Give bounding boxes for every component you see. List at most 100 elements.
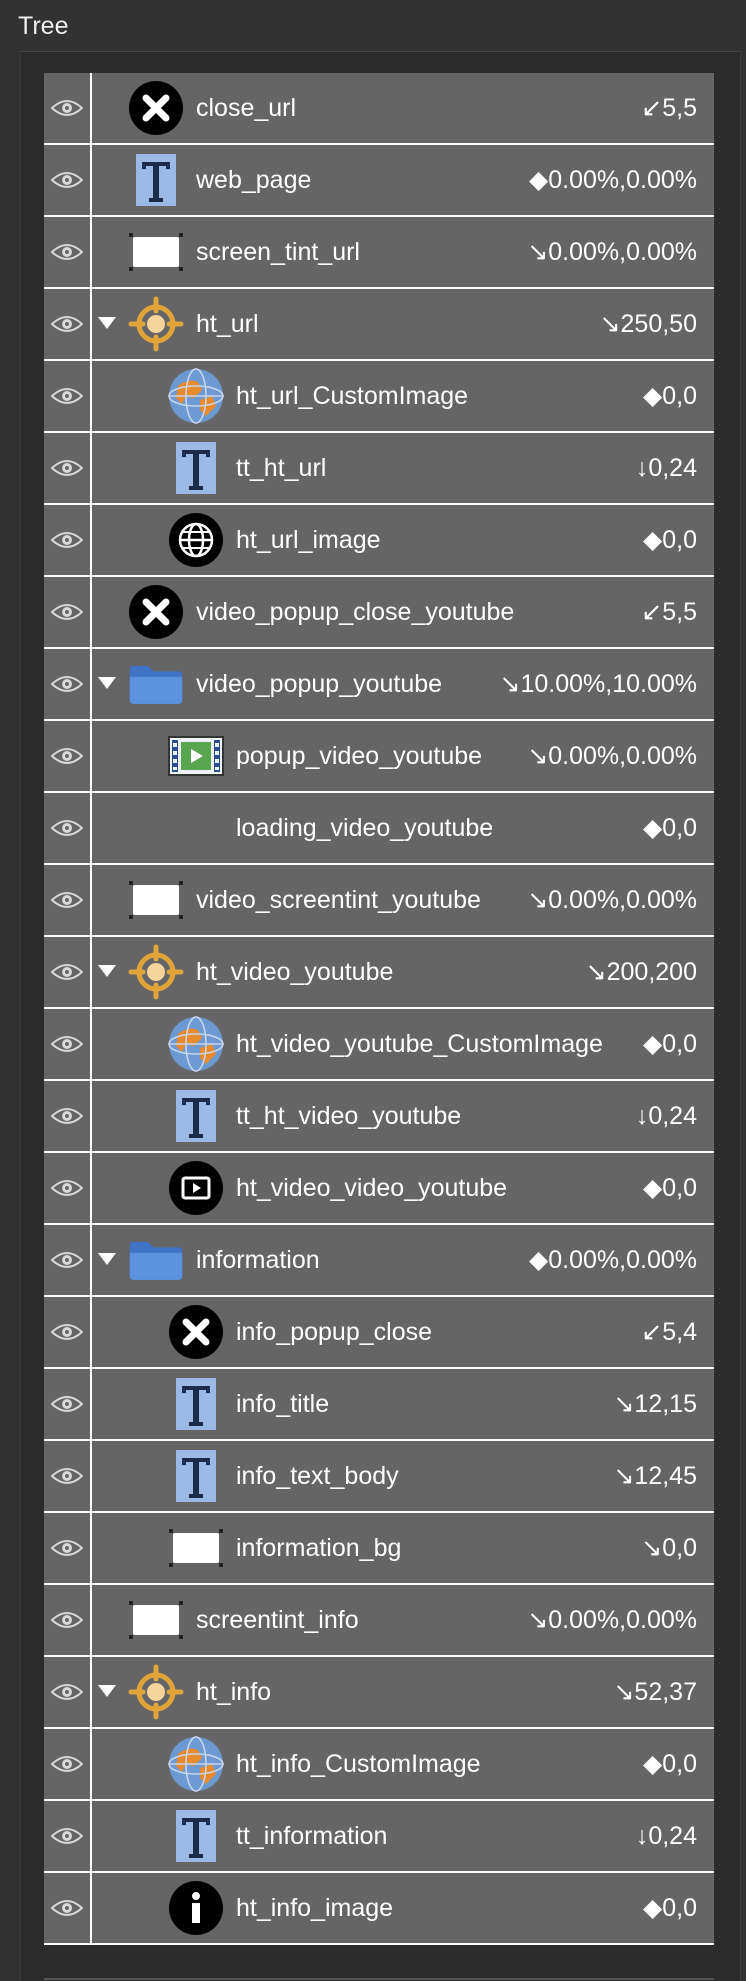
tree-row[interactable]: ht_video_youtube ↘200,200 (44, 937, 714, 1009)
node-label: tt_ht_video_youtube (236, 1102, 462, 1130)
folder-icon (128, 656, 184, 712)
visibility-eye-icon[interactable] (44, 73, 90, 143)
visibility-eye-icon[interactable] (44, 1441, 90, 1511)
column-divider (90, 1657, 92, 1729)
tree-row[interactable]: web_page ◆0.00%,0.00% (44, 145, 714, 217)
visibility-eye-icon[interactable] (44, 1009, 90, 1079)
hotspot-crosshair-icon (128, 944, 184, 1000)
visibility-eye-icon[interactable] (44, 1513, 90, 1583)
tree-row[interactable]: video_screentint_youtube ↘0.00%,0.00% (44, 865, 714, 937)
globe-image-icon (168, 368, 224, 424)
visibility-eye-icon[interactable] (44, 865, 90, 935)
visibility-eye-icon[interactable] (44, 145, 90, 215)
tree-row[interactable]: close_url ↙5,5 (44, 73, 714, 145)
expand-triangle-icon[interactable] (98, 1685, 116, 1697)
expand-triangle-icon[interactable] (98, 1253, 116, 1265)
node-label: tt_ht_url (236, 454, 327, 482)
visibility-eye-icon[interactable] (44, 1369, 90, 1439)
tree-row[interactable]: screentint_info ↘0.00%,0.00% (44, 1585, 714, 1657)
expand-triangle-icon[interactable] (98, 965, 116, 977)
visibility-eye-icon[interactable] (44, 217, 90, 287)
tree-row[interactable]: screen_tint_url ↘0.00%,0.00% (44, 217, 714, 289)
column-divider (90, 1369, 92, 1441)
tree-row[interactable]: loading_video_youtube ◆0,0 (44, 793, 714, 865)
visibility-eye-icon[interactable] (44, 1225, 90, 1295)
node-position-value: ◆0.00%,0.00% (529, 1246, 697, 1274)
expand-triangle-icon[interactable] (98, 677, 116, 689)
node-position-value: ↘52,37 (613, 1678, 697, 1706)
visibility-eye-icon[interactable] (44, 1081, 90, 1151)
visibility-eye-icon[interactable] (44, 1153, 90, 1223)
tree-row[interactable]: info_title ↘12,15 (44, 1369, 714, 1441)
visibility-eye-icon[interactable] (44, 1297, 90, 1367)
node-label: ht_video_youtube_CustomImage (236, 1030, 603, 1058)
column-divider (90, 505, 92, 577)
node-position-value: ↘200,200 (585, 958, 697, 986)
tree-row[interactable]: ht_info ↘52,37 (44, 1657, 714, 1729)
column-divider (90, 433, 92, 505)
visibility-eye-icon[interactable] (44, 937, 90, 1007)
text-t-icon (168, 1448, 224, 1504)
tree-row[interactable]: tt_ht_video_youtube ↓0,24 (44, 1081, 714, 1153)
node-label: ht_url_CustomImage (236, 382, 469, 410)
tree-row[interactable]: ht_info_image ◆0,0 (44, 1873, 714, 1945)
visibility-eye-icon[interactable] (44, 361, 90, 431)
visibility-eye-icon[interactable] (44, 649, 90, 719)
visibility-eye-icon[interactable] (44, 433, 90, 503)
tree-row[interactable]: ht_url_CustomImage ◆0,0 (44, 361, 714, 433)
column-divider (90, 1513, 92, 1585)
column-divider (90, 649, 92, 721)
tree-row[interactable]: information ◆0.00%,0.00% (44, 1225, 714, 1297)
node-label: video_popup_close_youtube (196, 598, 515, 626)
visibility-eye-icon[interactable] (44, 721, 90, 791)
column-divider (90, 145, 92, 217)
node-position-value: ↓0,24 (635, 1822, 697, 1850)
tree-row[interactable]: information_bg ↘0,0 (44, 1513, 714, 1585)
node-label: info_text_body (236, 1462, 399, 1490)
visibility-eye-icon[interactable] (44, 1585, 90, 1655)
tree-row[interactable]: video_popup_youtube ↘10.00%,10.00% (44, 649, 714, 721)
node-label: info_popup_close (236, 1318, 432, 1346)
node-position-value: ◆0,0 (643, 382, 697, 410)
expand-triangle-icon[interactable] (98, 317, 116, 329)
tree-row[interactable]: info_popup_close ↙5,4 (44, 1297, 714, 1369)
column-divider (90, 361, 92, 433)
visibility-eye-icon[interactable] (44, 1801, 90, 1871)
visibility-eye-icon[interactable] (44, 1873, 90, 1943)
visibility-eye-icon[interactable] (44, 793, 90, 863)
column-divider (90, 1801, 92, 1873)
info-i-icon (168, 1880, 224, 1936)
close-x-icon (128, 584, 184, 640)
tree-row[interactable]: ht_url_image ◆0,0 (44, 505, 714, 577)
node-label: ht_video_youtube (196, 958, 394, 986)
panel-title: Tree (18, 12, 69, 40)
tree-row[interactable]: popup_video_youtube ↘0.00%,0.00% (44, 721, 714, 793)
tree-row[interactable]: info_text_body ↘12,45 (44, 1441, 714, 1513)
visibility-eye-icon[interactable] (44, 1729, 90, 1799)
node-position-value: ↙5,5 (641, 94, 697, 122)
tree-row[interactable]: tt_ht_url ↓0,24 (44, 433, 714, 505)
tree-row[interactable]: ht_info_CustomImage ◆0,0 (44, 1729, 714, 1801)
close-x-icon (168, 1304, 224, 1360)
folder-icon (128, 1232, 184, 1288)
globe-image-icon (168, 1736, 224, 1792)
text-t-icon (128, 152, 184, 208)
tree-row[interactable]: ht_video_video_youtube ◆0,0 (44, 1153, 714, 1225)
video-film-icon (168, 728, 224, 784)
node-label: video_screentint_youtube (196, 886, 481, 914)
column-divider (90, 289, 92, 361)
visibility-eye-icon[interactable] (44, 1657, 90, 1727)
tree-row[interactable]: ht_url ↘250,50 (44, 289, 714, 361)
node-label: screen_tint_url (196, 238, 360, 266)
tree-row[interactable]: tt_information ↓0,24 (44, 1801, 714, 1873)
tree-row[interactable]: video_popup_close_youtube ↙5,5 (44, 577, 714, 649)
visibility-eye-icon[interactable] (44, 505, 90, 575)
column-divider (90, 577, 92, 649)
node-label: ht_url (196, 310, 259, 338)
node-position-value: ◆0,0 (643, 814, 697, 842)
tree-row[interactable]: ht_video_youtube_CustomImage ◆0,0 (44, 1009, 714, 1081)
column-divider (90, 937, 92, 1009)
hotspot-crosshair-icon (128, 1664, 184, 1720)
visibility-eye-icon[interactable] (44, 289, 90, 359)
visibility-eye-icon[interactable] (44, 577, 90, 647)
